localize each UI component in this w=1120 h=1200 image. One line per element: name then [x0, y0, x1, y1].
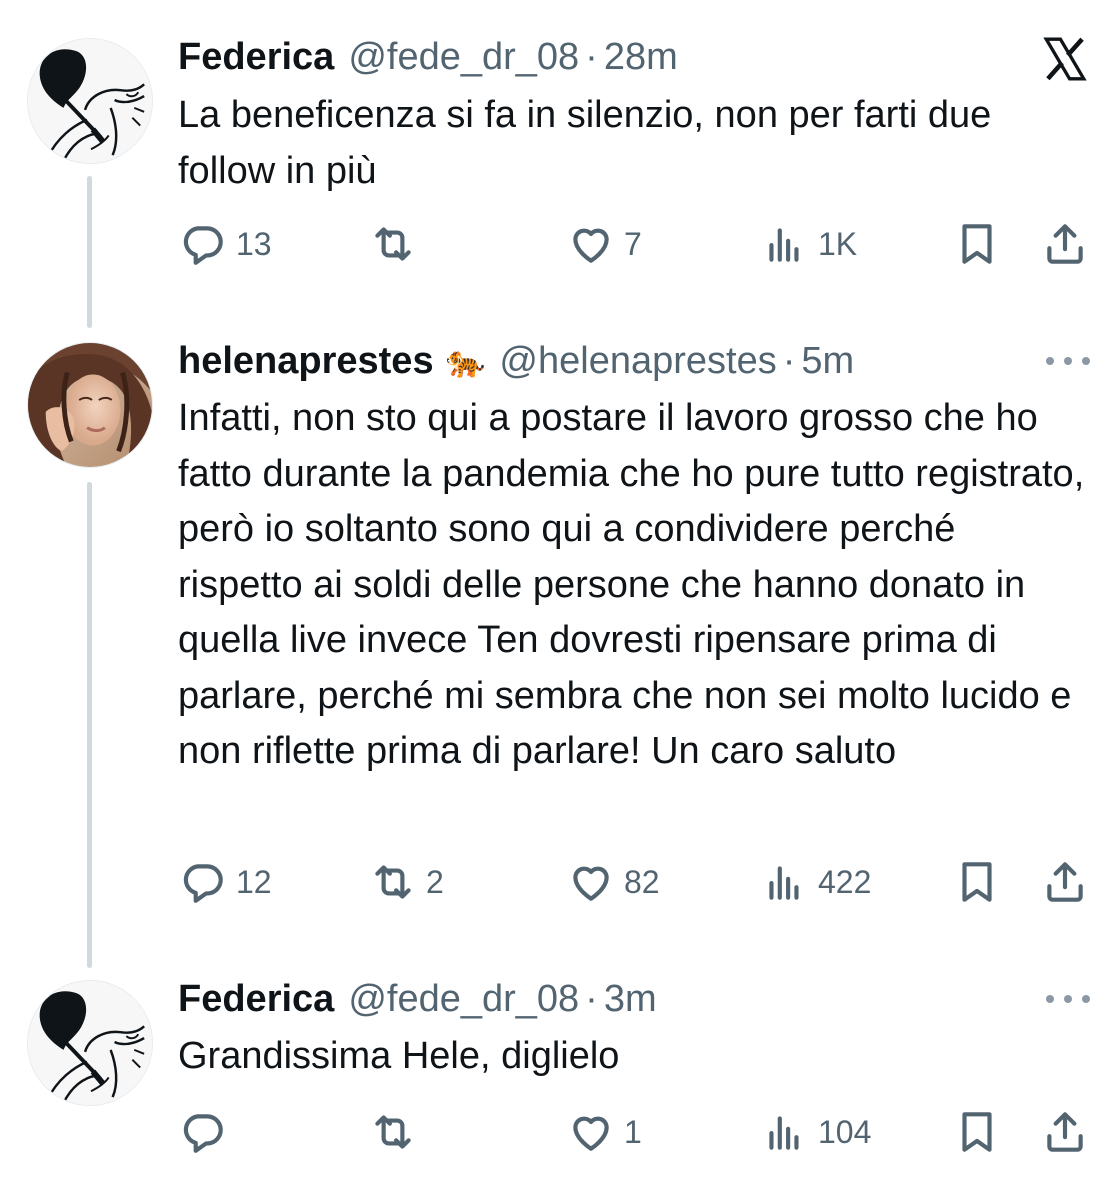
heart-icon	[573, 1116, 609, 1151]
timestamp[interactable]: 5m	[801, 340, 854, 383]
reply-button[interactable]: 12	[178, 852, 272, 912]
tweet-header: Federica @fede_dr_08 · 3m	[178, 975, 657, 1023]
sketch-avatar-drawing	[28, 39, 152, 163]
display-name[interactable]: Federica	[178, 978, 334, 1021]
separator-dot: ·	[585, 35, 598, 78]
separator-dot: ·	[585, 977, 598, 1020]
user-handle[interactable]: @fede_dr_08	[348, 978, 579, 1021]
view-count: 104	[818, 1113, 872, 1150]
photo-avatar-image	[28, 343, 152, 467]
tweet-header: helenaprestes 🐅 @helenaprestes · 5m	[178, 337, 854, 385]
heart-icon	[573, 866, 609, 901]
like-count: 82	[624, 863, 660, 900]
bookmark-icon	[962, 862, 992, 902]
reply-icon	[183, 1114, 223, 1153]
reply-button[interactable]	[178, 1102, 236, 1162]
display-name[interactable]: Federica	[178, 36, 334, 79]
tweet-text: Infatti, non sto qui a postare il lavoro…	[178, 397, 1085, 772]
share-button[interactable]	[1040, 214, 1090, 274]
avatar[interactable]	[27, 980, 153, 1106]
views-icon	[769, 228, 799, 262]
share-icon	[1047, 224, 1083, 264]
views-icon	[769, 866, 799, 900]
share-icon	[1047, 862, 1083, 902]
bookmark-button[interactable]	[952, 1102, 1002, 1162]
like-count: 7	[624, 225, 642, 262]
more-dot	[1082, 995, 1090, 1003]
views-icon	[769, 1116, 799, 1150]
tweet-actions: 12 2 82 422	[178, 852, 1090, 912]
retweet-icon	[375, 865, 411, 899]
share-button[interactable]	[1040, 852, 1090, 912]
display-name[interactable]: helenaprestes	[178, 340, 434, 383]
x-logo-icon[interactable]	[1040, 34, 1090, 84]
more-dot	[1082, 357, 1090, 365]
like-count: 1	[624, 1113, 642, 1150]
heart-icon	[573, 228, 609, 263]
like-button[interactable]: 7	[566, 214, 642, 274]
tweet-text: La beneficenza si fa in silenzio, non pe…	[178, 94, 992, 192]
avatar[interactable]	[27, 38, 153, 164]
separator-dot: ·	[782, 339, 796, 382]
retweet-icon	[375, 1115, 411, 1149]
tweet-actions: 1 104	[178, 1102, 1090, 1162]
reply-icon	[183, 864, 223, 903]
retweet-icon	[375, 227, 411, 261]
more-options-icon[interactable]	[1046, 989, 1090, 1009]
retweet-button[interactable]: 2	[368, 852, 444, 912]
more-dot	[1046, 995, 1054, 1003]
reply-icon	[183, 226, 223, 265]
more-dot	[1064, 995, 1072, 1003]
bookmark-icon	[962, 1112, 992, 1152]
bookmark-button[interactable]	[952, 214, 1002, 274]
bookmark-button[interactable]	[952, 852, 1002, 912]
thread-connector	[87, 482, 92, 968]
thread-connector	[87, 176, 92, 328]
more-options-icon[interactable]	[1046, 351, 1090, 371]
avatar[interactable]	[27, 342, 153, 468]
like-button[interactable]: 82	[566, 852, 660, 912]
reply-count: 13	[236, 225, 272, 262]
retweet-button[interactable]	[368, 214, 426, 274]
view-count: 422	[818, 863, 872, 900]
tweet-header: Federica @fede_dr_08 · 28m	[178, 33, 678, 81]
views-button[interactable]: 1K	[760, 214, 857, 274]
more-dot	[1064, 357, 1072, 365]
share-button[interactable]	[1040, 1102, 1090, 1162]
timestamp[interactable]: 3m	[604, 978, 657, 1021]
view-count: 1K	[818, 225, 858, 262]
share-icon	[1047, 1112, 1083, 1152]
retweet-button[interactable]	[368, 1102, 426, 1162]
sketch-avatar-drawing	[28, 981, 152, 1105]
tweet-text: Grandissima Hele, diglielo	[178, 1035, 620, 1077]
views-button[interactable]: 422	[760, 852, 871, 912]
user-handle[interactable]: @fede_dr_08	[348, 36, 579, 79]
timestamp[interactable]: 28m	[604, 36, 678, 79]
bookmark-icon	[962, 224, 992, 264]
reply-button[interactable]: 13	[178, 214, 272, 274]
more-dot	[1046, 357, 1054, 365]
tiger-emoji: 🐅	[445, 343, 486, 379]
reply-count: 12	[236, 863, 272, 900]
views-button[interactable]: 104	[760, 1102, 871, 1162]
tweet-actions: 13 7 1K	[178, 214, 1090, 274]
tweet-thread: Federica @fede_dr_08 · 28m La beneficenz…	[0, 0, 1120, 1200]
user-handle[interactable]: @helenaprestes	[499, 340, 776, 383]
like-button[interactable]: 1	[566, 1102, 642, 1162]
retweet-count: 2	[426, 863, 444, 900]
